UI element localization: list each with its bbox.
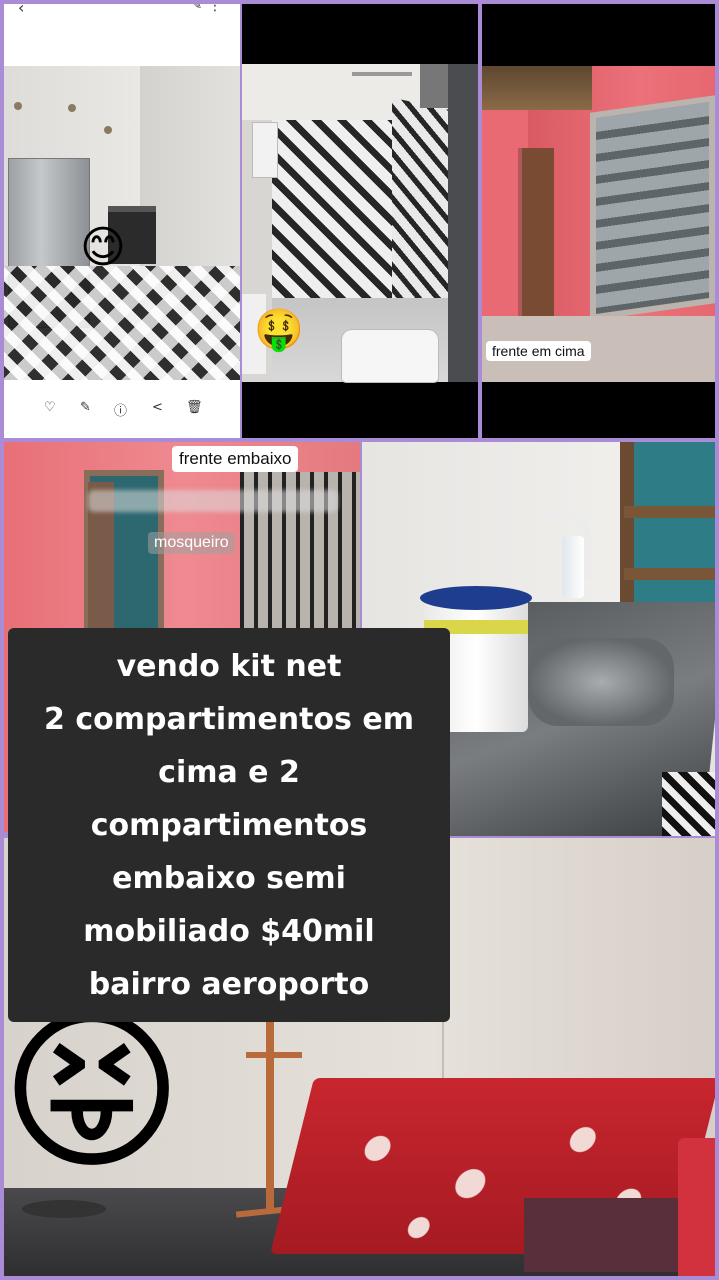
caption-line: vendo kit net (116, 648, 342, 684)
sink-basin (528, 638, 674, 726)
smiling-face-emoji-icon: 😊 (80, 222, 126, 273)
wall-hook (14, 102, 22, 110)
gallery-action-bar: ♡ ✎ ⓘ < 🗑 (4, 382, 240, 438)
fan-base (22, 1200, 106, 1218)
caption-line: bairro aeroporto (88, 966, 370, 1002)
red-chair (678, 1138, 715, 1276)
photo-room-gallery: ‹ ✎ ⋮ 😊 ♡ ✎ ⓘ < 🗑 (4, 4, 240, 438)
wooden-door (518, 148, 554, 316)
blurred-text-overlay (88, 490, 338, 512)
louvered-window (590, 95, 715, 321)
bathroom-photo: 🤑 (242, 64, 478, 382)
wooden-shelf-plank (624, 506, 715, 518)
photo-front-upstairs (482, 4, 715, 438)
front-upstairs-photo (482, 66, 715, 382)
label-frente-em-cima: frente em cima (486, 341, 591, 361)
wall-hook (68, 104, 76, 112)
shower-pipe (352, 72, 412, 76)
squinting-face-with-tongue-emoji-icon: 😝 (4, 989, 184, 1194)
coat-rack (266, 1022, 274, 1212)
tiled-floor (662, 772, 715, 836)
detergent-bottle (562, 536, 584, 598)
favorite-icon[interactable]: ♡ (44, 400, 56, 415)
paint-bucket-lid (420, 586, 532, 610)
info-icon[interactable]: ⓘ (114, 400, 127, 419)
caption-line: cima e 2 (158, 754, 300, 790)
edit-icon[interactable]: ✎ (192, 4, 202, 12)
caption-line: embaixo semi (112, 860, 346, 896)
share-icon[interactable]: < (152, 400, 163, 415)
wall-hook (104, 126, 112, 134)
edit-icon[interactable]: ✎ (80, 400, 91, 415)
more-options-icon[interactable]: ⋮ (208, 4, 222, 14)
caption-line: 2 compartimentos em (44, 701, 414, 737)
soap-shelf (252, 122, 278, 178)
label-mosqueiro: mosqueiro (148, 532, 235, 554)
back-arrow-icon[interactable]: ‹ (18, 4, 24, 17)
listing-caption: vendo kit net 2 compartimentos em cima e… (8, 628, 450, 1022)
photo-bathroom: 🤑 (242, 4, 478, 438)
bed-base (524, 1198, 694, 1272)
money-mouth-emoji-icon: 🤑 (254, 307, 304, 353)
toilet (342, 330, 438, 382)
label-frente-embaixo: frente embaixo (172, 446, 299, 472)
door-frame (448, 64, 478, 382)
tiled-floor-pattern (4, 266, 240, 380)
wooden-roof (482, 66, 592, 110)
gallery-top-bar: ‹ ✎ ⋮ (4, 4, 240, 64)
wooden-shelf-plank (624, 568, 715, 580)
caption-line: compartimentos (90, 807, 368, 843)
coat-rack-arm (246, 1052, 302, 1058)
delete-icon[interactable]: 🗑 (186, 400, 203, 415)
caption-line: mobiliado $40mil (83, 913, 375, 949)
